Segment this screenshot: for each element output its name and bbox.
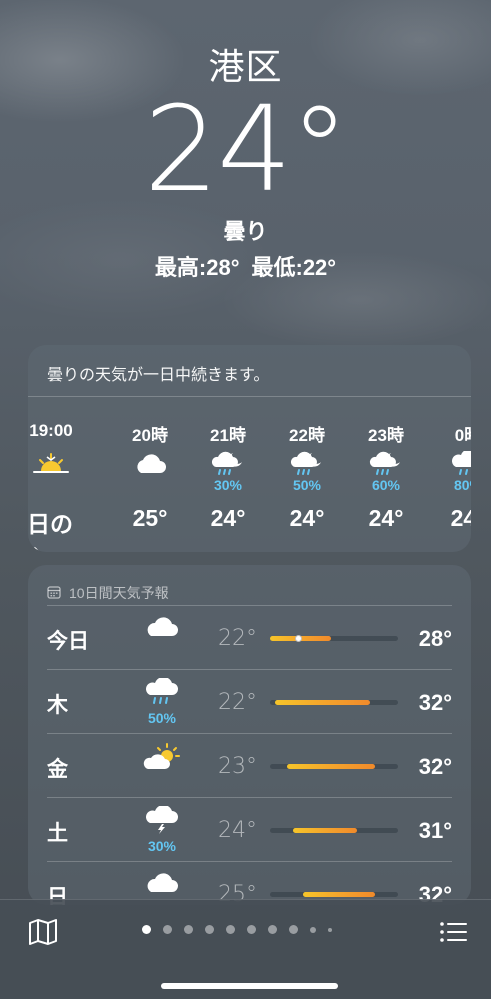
low-temp: 23°: [218, 754, 257, 779]
page-dot[interactable]: [247, 925, 256, 934]
temp-range-fill: [286, 764, 375, 769]
rain-icon: 80%: [428, 451, 471, 495]
temp-range-fill: [303, 892, 375, 897]
rain-icon: 50%: [139, 676, 185, 726]
daily-row[interactable]: 木 50% 22° 32°: [47, 669, 452, 733]
hour-time: 0時: [454, 426, 471, 445]
hour-value: 25°: [132, 505, 168, 531]
high-temp: 28°: [418, 626, 452, 651]
hour-time: 21時: [210, 426, 246, 445]
precip-chance: 50%: [292, 477, 322, 493]
hour-value: 24°: [289, 505, 325, 531]
high-temperature: 最高:28°: [154, 255, 240, 280]
page-dot[interactable]: [328, 927, 332, 932]
current-weather: 港区 24° 曇り 最高:28° 最低:22°: [0, 38, 491, 282]
calendar-icon: [47, 585, 61, 602]
cloud-icon: [110, 451, 190, 495]
hour-time: 23時: [368, 426, 404, 445]
day-label: 土: [47, 822, 68, 845]
cloud-icon: [139, 870, 185, 901]
page-dot[interactable]: [289, 925, 298, 934]
hour-item: 20時 25°: [110, 421, 190, 532]
precip-chance: 80%: [453, 477, 471, 493]
precip-chance: 30%: [213, 477, 243, 493]
page-dot[interactable]: [205, 925, 214, 934]
precip-chance: 50%: [147, 710, 177, 726]
page-dot[interactable]: [268, 925, 277, 934]
temp-range-bar: [270, 635, 398, 642]
temp-range-fill: [275, 700, 370, 705]
hourly-forecast-card[interactable]: 曇りの天気が一日中続きます。 19:00 日の入 20時 2: [28, 345, 471, 552]
night-rain-icon: 50%: [267, 451, 347, 495]
temp-range-fill: [293, 828, 358, 833]
home-indicator[interactable]: [161, 983, 338, 989]
hour-item: 22時 50% 24°: [267, 421, 347, 532]
hour-item: 23時 60% 24°: [346, 421, 426, 532]
hour-item: 0時 80% 24°: [428, 421, 471, 532]
daily-row[interactable]: 土 30% 24° 31°: [47, 797, 452, 861]
partly-cloudy-icon: [139, 742, 185, 777]
hour-time: 22時: [289, 426, 325, 445]
hourly-scroll[interactable]: 19:00 日の入 20時 25° 21時: [28, 345, 471, 552]
hour-time: 19:00: [29, 421, 73, 440]
cloud-icon: [139, 614, 185, 645]
hour-value: 24°: [450, 505, 471, 531]
day-label: 今日: [47, 630, 89, 653]
hour-value: 日の入: [28, 511, 73, 552]
temp-range-bar: [270, 828, 398, 833]
map-icon[interactable]: [28, 918, 58, 946]
hour-value: 24°: [368, 505, 404, 531]
hour-item: 21時 30% 24°: [188, 421, 268, 532]
page-dot[interactable]: [142, 925, 151, 934]
list-icon[interactable]: [439, 918, 469, 946]
hour-time: 20時: [132, 426, 168, 445]
hour-item: 19:00 日の入: [28, 421, 91, 552]
high-low: 最高:28° 最低:22°: [0, 250, 491, 282]
hour-value: 24°: [210, 505, 246, 531]
temp-range-bar: [270, 764, 398, 769]
day-label: 金: [47, 758, 68, 781]
night-rain-icon: 30%: [188, 451, 268, 495]
precip-chance: 60%: [371, 477, 401, 493]
page-dot[interactable]: [226, 925, 235, 934]
sunset-icon: [28, 451, 91, 495]
page-dot[interactable]: [310, 926, 316, 933]
page-dot[interactable]: [163, 925, 172, 934]
thunderstorm-icon: 30%: [139, 804, 185, 854]
temp-range-bar: [270, 892, 398, 897]
night-rain-icon: 60%: [346, 451, 426, 495]
ten-day-header: 10日間天気予報: [28, 565, 471, 605]
low-temperature: 最低:22°: [251, 255, 337, 280]
current-temperature: 24°: [143, 80, 349, 218]
high-temp: 32°: [418, 690, 452, 715]
ten-day-title: 10日間天気予報: [69, 585, 169, 601]
precip-chance: 30%: [147, 838, 177, 854]
high-temp: 31°: [418, 818, 452, 843]
low-temp: 22°: [218, 690, 257, 715]
high-temp: 32°: [418, 754, 452, 779]
current-condition: 曇り: [223, 219, 268, 244]
daily-row[interactable]: 金 23° 32°: [47, 733, 452, 797]
page-dot[interactable]: [184, 925, 193, 934]
daily-row[interactable]: 今日 22° 28°: [47, 605, 452, 669]
page-indicator[interactable]: [142, 925, 332, 934]
low-temp: 24°: [218, 818, 257, 843]
day-label: 木: [47, 694, 68, 717]
ten-day-forecast-card[interactable]: 10日間天気予報 今日 22° 28° 木 50% 22° 32° 金 23° …: [28, 565, 471, 905]
low-temp: 22°: [218, 626, 257, 651]
temp-range-bar: [270, 700, 398, 705]
